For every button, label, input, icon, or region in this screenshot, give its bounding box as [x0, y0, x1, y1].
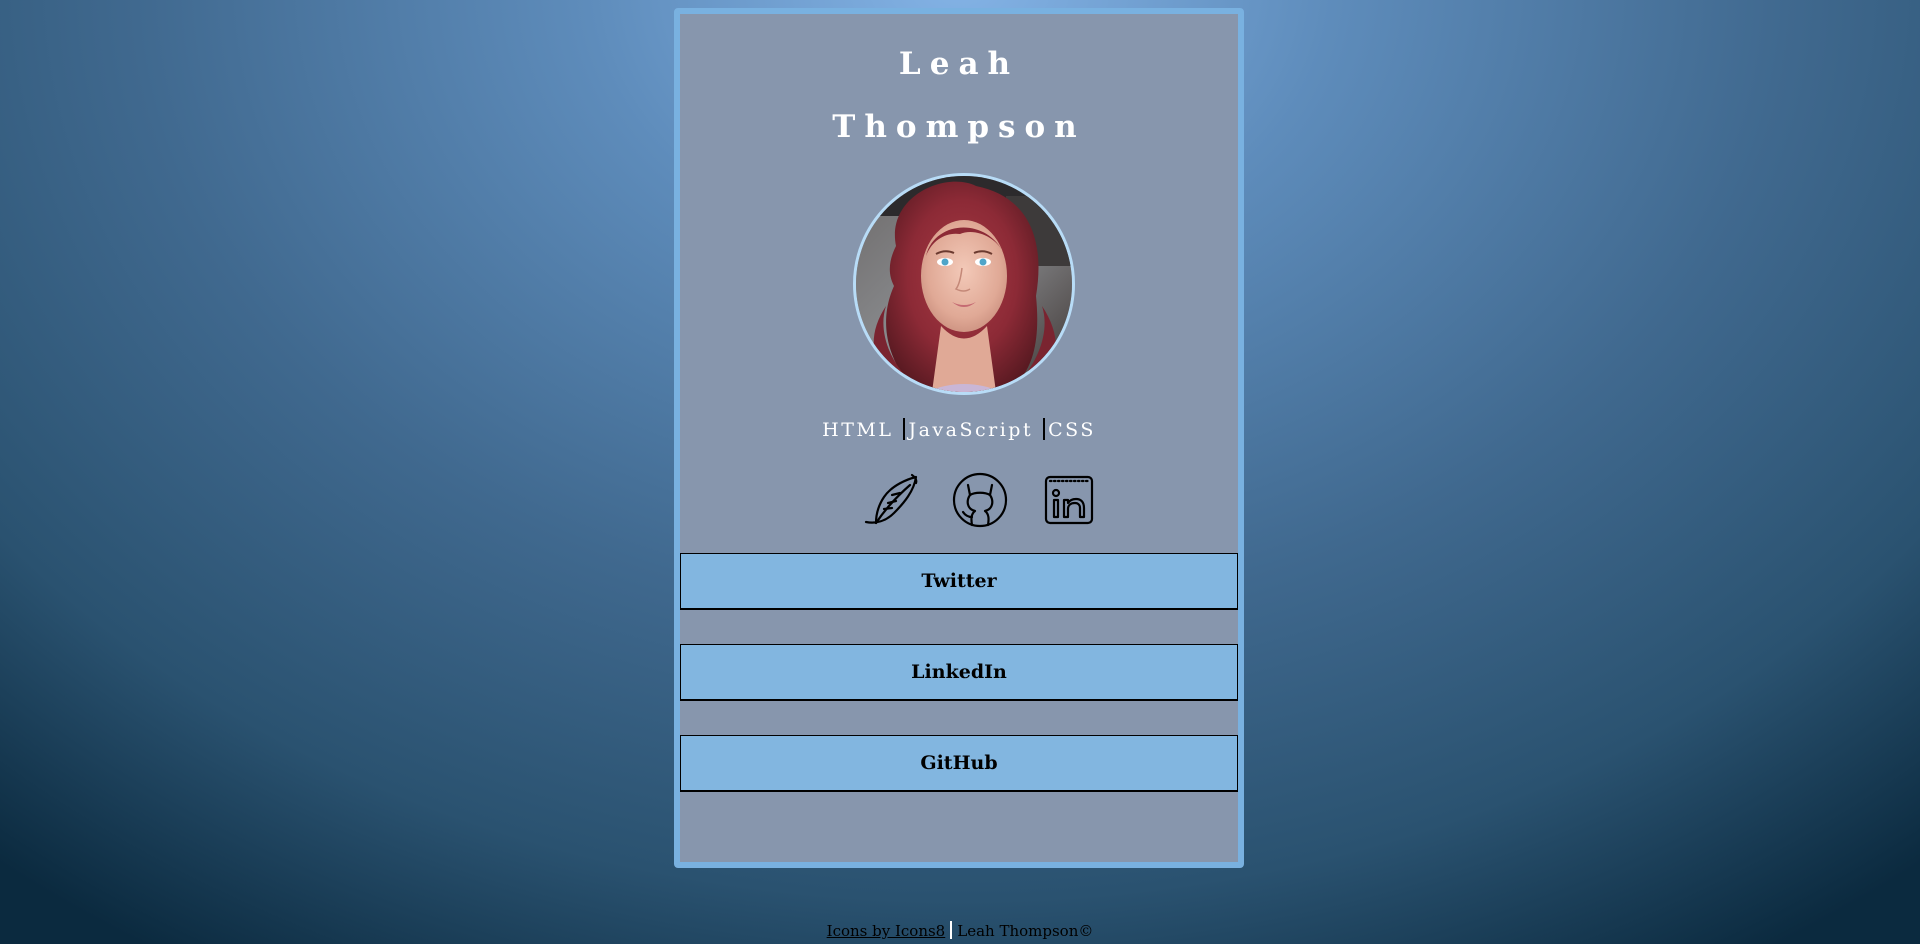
avatar-photo: [856, 176, 1072, 392]
profile-card: Leah Thompson HTML JavaScript CSS Twitte…: [674, 8, 1244, 868]
copyright-text: Leah Thompson©: [957, 922, 1094, 940]
github-cat-icon[interactable]: [951, 471, 1009, 529]
linkedin-icon[interactable]: [1040, 471, 1098, 529]
footer-separator: [950, 921, 953, 939]
linkedin-button[interactable]: LinkedIn: [680, 644, 1238, 701]
avatar: [853, 173, 1075, 395]
last-name-heading: Thompson: [832, 109, 1086, 145]
footer: Icons by Icons8 Leah Thompson©: [0, 921, 1920, 940]
github-button[interactable]: GitHub: [680, 735, 1238, 792]
skill-separator: [1043, 418, 1046, 440]
skill-separator: [903, 418, 906, 440]
twitter-button[interactable]: Twitter: [680, 553, 1238, 610]
feather-icon[interactable]: [862, 471, 920, 529]
skill-html: HTML: [822, 419, 894, 441]
skills-list: HTML JavaScript CSS: [680, 418, 1238, 441]
first-name-heading: Leah: [898, 46, 1020, 82]
skill-javascript: JavaScript: [908, 419, 1034, 441]
skill-css: CSS: [1048, 419, 1096, 441]
icons8-credit-link[interactable]: Icons by Icons8: [827, 922, 946, 940]
social-icons: [680, 471, 1238, 531]
